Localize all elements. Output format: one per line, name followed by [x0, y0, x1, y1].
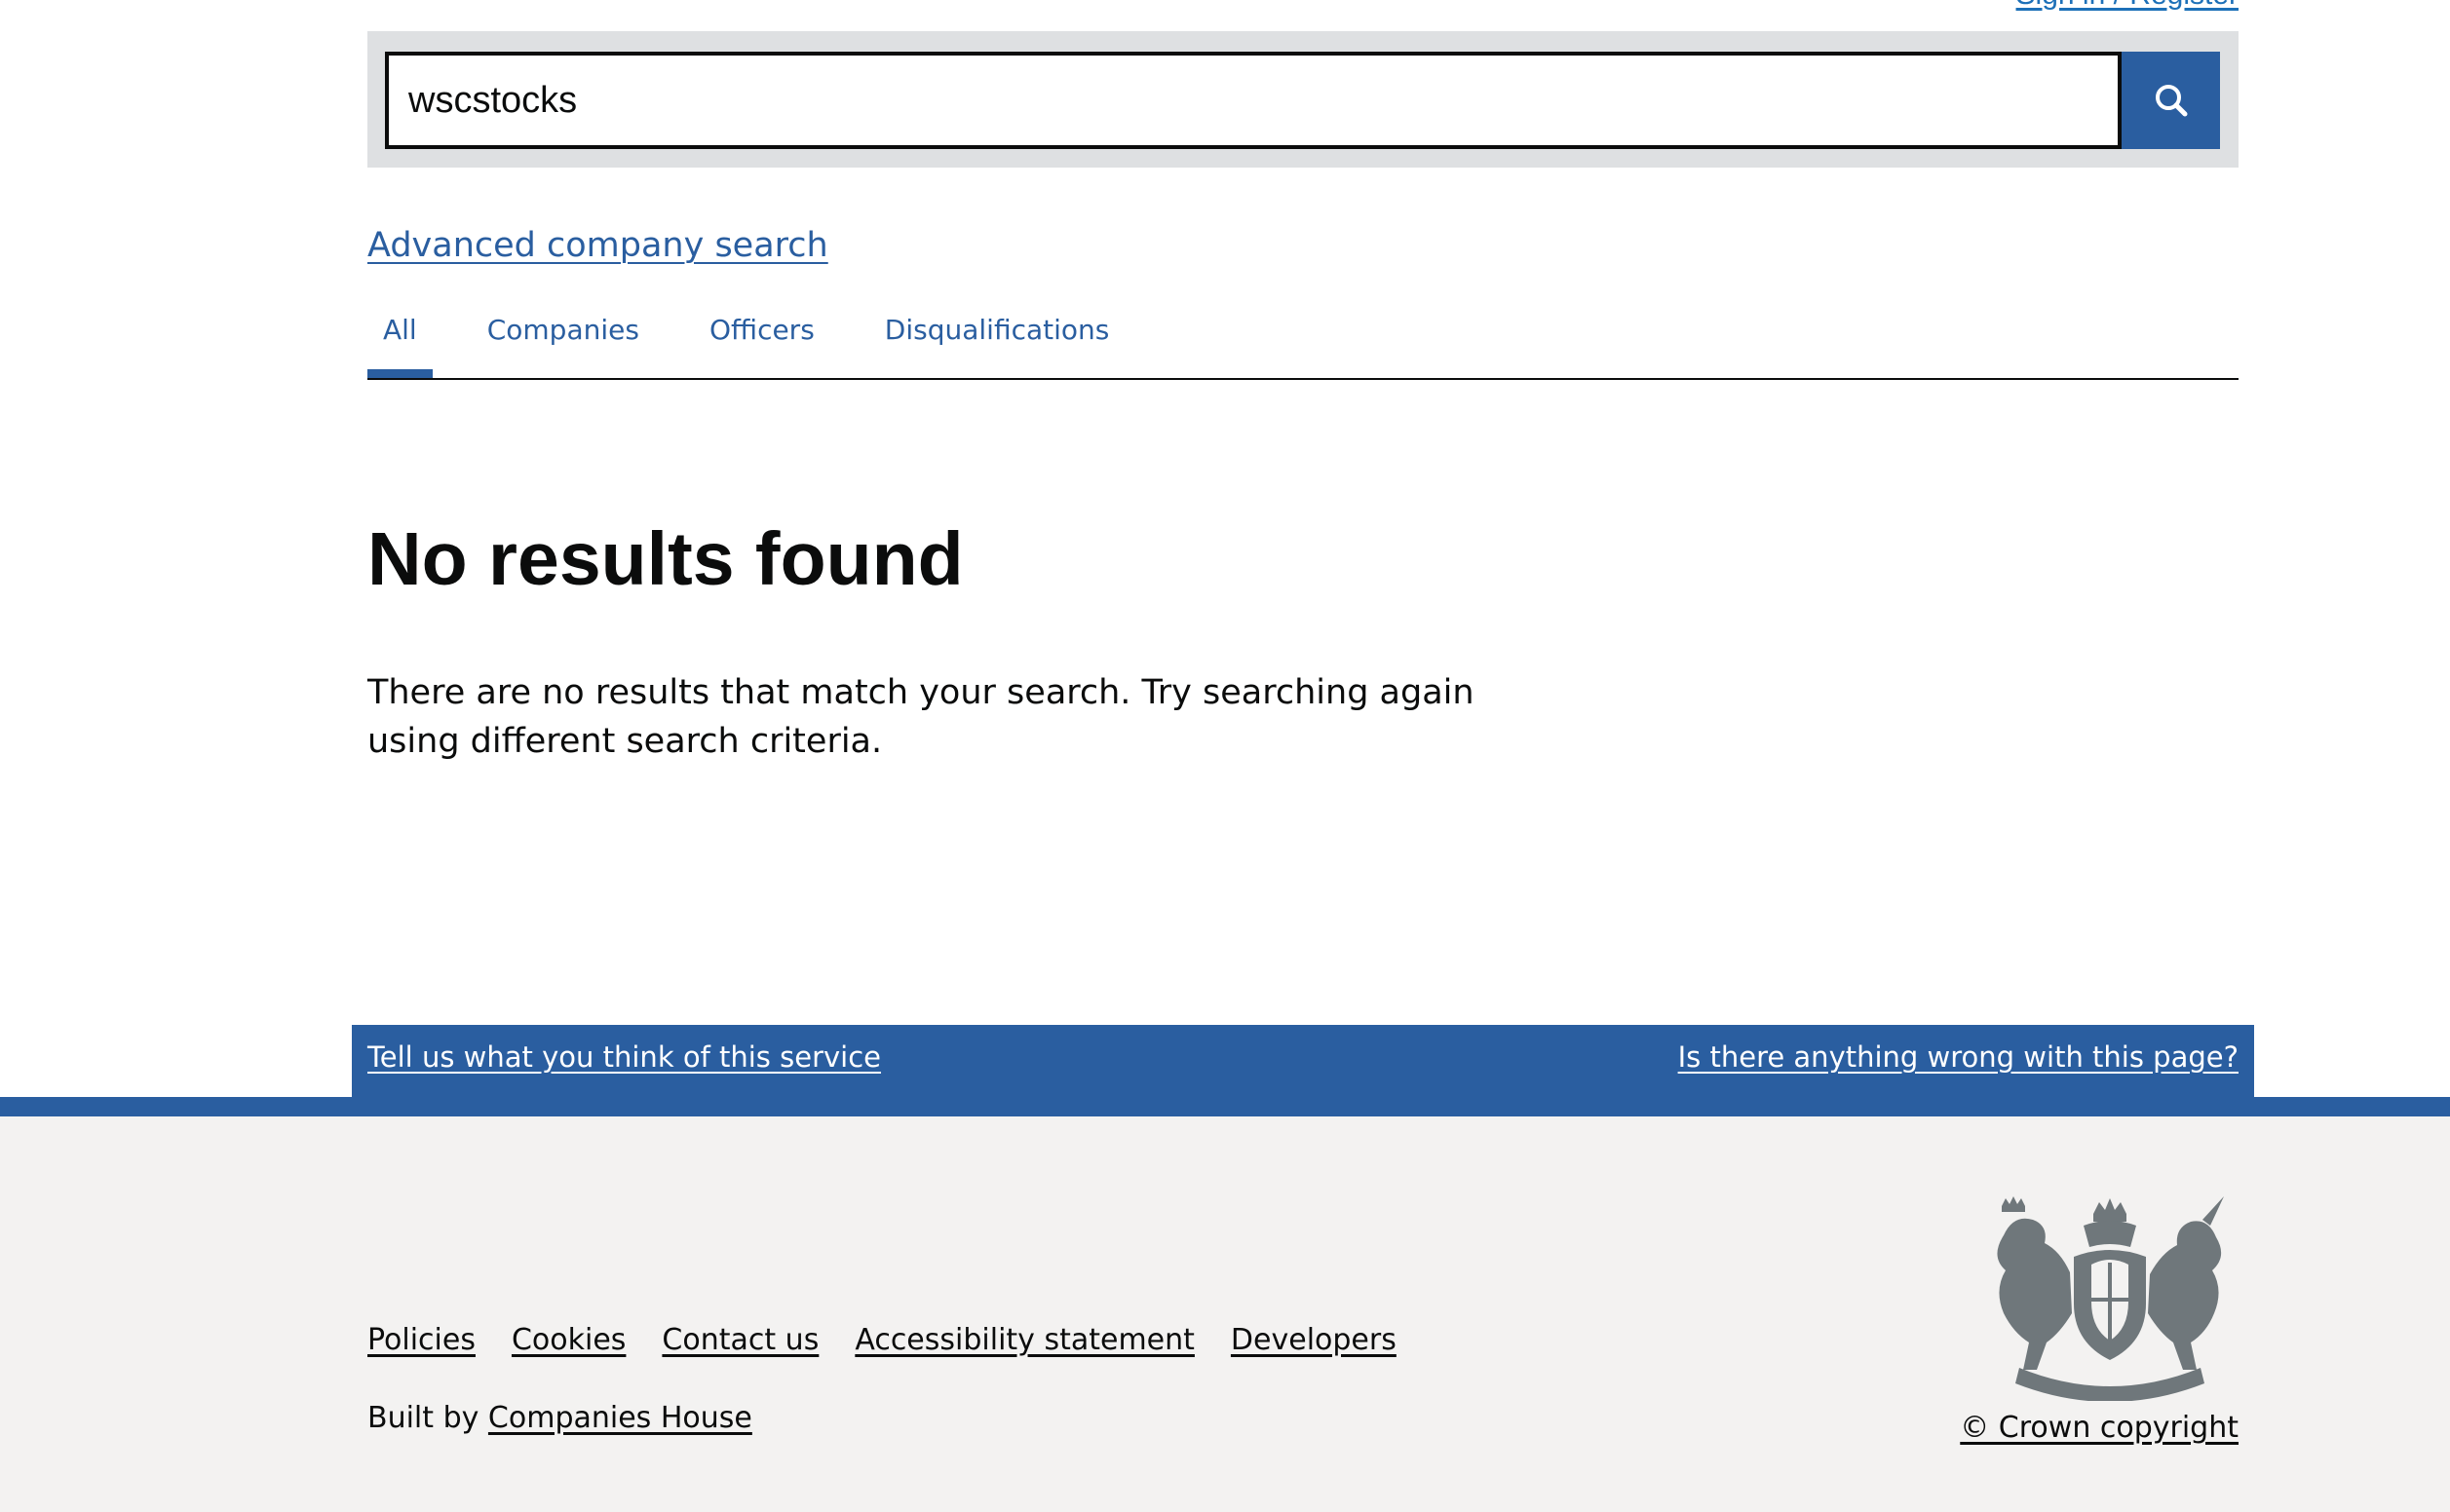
footer: Policies Cookies Contact us Accessibilit… [0, 1116, 2450, 1512]
footer-link-cookies[interactable]: Cookies [512, 1323, 626, 1357]
footer-link-contact-us[interactable]: Contact us [662, 1323, 819, 1357]
search-icon [2155, 85, 2187, 117]
royal-coat-of-arms-icon [1997, 1196, 2224, 1401]
tab-companies[interactable]: Companies [472, 304, 655, 378]
built-by-prefix: Built by [367, 1401, 479, 1435]
footer-links: Policies Cookies Contact us Accessibilit… [367, 1323, 1433, 1357]
crown-copyright-link[interactable]: © Crown copyright [1960, 1411, 2239, 1445]
search-tabs: All Companies Officers Disqualifications [367, 304, 2239, 380]
advanced-company-search-link[interactable]: Advanced company search [367, 226, 828, 265]
built-by: Built by Companies House [367, 1401, 752, 1435]
search-input[interactable] [385, 52, 2122, 149]
header-links: Sign in / Register [367, 0, 2239, 11]
page-title: No results found [367, 517, 964, 601]
search-box [367, 31, 2239, 168]
search-button[interactable] [2122, 52, 2220, 149]
report-problem-link[interactable]: Is there anything wrong with this page? [1678, 1040, 2239, 1074]
no-results-message: There are no results that match your sea… [367, 673, 1474, 761]
footer-link-accessibility[interactable]: Accessibility statement [855, 1323, 1195, 1357]
footer-top-border [0, 1097, 2450, 1116]
tab-disqualifications[interactable]: Disqualifications [869, 304, 1126, 378]
tab-all[interactable]: All [367, 304, 433, 378]
footer-link-policies[interactable]: Policies [367, 1323, 476, 1357]
sign-in-register-link[interactable]: Sign in / Register [2016, 0, 2239, 11]
feedback-bar: Tell us what you think of this service I… [352, 1025, 2254, 1097]
tab-officers[interactable]: Officers [694, 304, 830, 378]
feedback-link[interactable]: Tell us what you think of this service [367, 1040, 881, 1074]
footer-link-developers[interactable]: Developers [1231, 1323, 1397, 1357]
companies-house-link[interactable]: Companies House [488, 1401, 752, 1435]
